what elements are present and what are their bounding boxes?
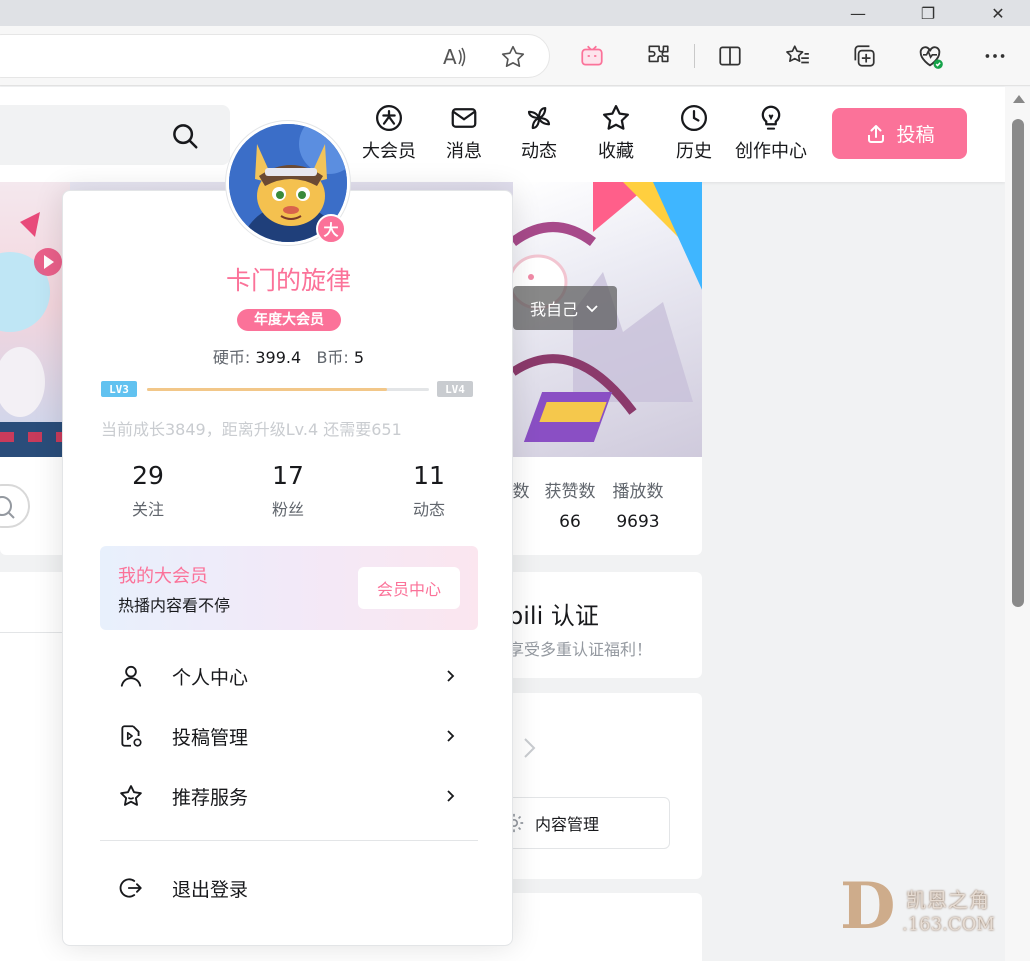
follow-count[interactable]: 29 关注 [98, 461, 198, 520]
chevron-right-icon[interactable] [520, 733, 540, 763]
logout-icon [118, 875, 152, 901]
menu-recommend-service[interactable]: 推荐服务 [100, 771, 478, 821]
page-scrollbar[interactable] [1005, 87, 1030, 961]
nav-label: 大会员 [362, 141, 416, 162]
star-outline-icon [118, 783, 152, 809]
upload-icon [868, 124, 885, 143]
address-bar[interactable]: A [0, 34, 550, 78]
background-search-button[interactable] [0, 484, 30, 528]
menu-upload-management[interactable]: 投稿管理 [100, 711, 478, 761]
read-aloud-icon[interactable]: A [436, 39, 472, 75]
level-current-badge: LV3 [101, 381, 137, 397]
clock-icon [681, 105, 707, 131]
nav-label: 动态 [521, 141, 557, 162]
favorites-list-icon[interactable] [780, 38, 816, 74]
upload-label: 投稿 [896, 124, 935, 146]
content-management-label: 内容管理 [535, 815, 600, 834]
nav-dynamic[interactable]: 动态 [499, 103, 579, 167]
nav-label: 创作中心 [735, 141, 807, 162]
collections-icon[interactable] [846, 38, 882, 74]
nav-vip[interactable]: 大会员 [349, 103, 429, 167]
extensions-puzzle-icon[interactable] [640, 38, 676, 74]
star-icon [603, 105, 629, 130]
split-screen-icon[interactable] [712, 38, 748, 74]
search-icon[interactable] [170, 121, 200, 151]
vip-card-subtitle: 热播内容看不停 [118, 596, 231, 615]
dynamic-count[interactable]: 11 动态 [379, 461, 479, 520]
user-icon [118, 663, 152, 689]
watermark-line1: 凯恩之角 [906, 888, 990, 912]
mail-icon [451, 108, 477, 128]
nav-favorites[interactable]: 收藏 [576, 103, 656, 167]
profile-popover: 卡门的旋律 年度大会员 硬币: 399.4 B币: 5 LV3 LV4 当前成长… [62, 190, 513, 946]
chevron-right-icon [447, 790, 455, 802]
vip-center-button[interactable]: 会员中心 [358, 567, 460, 609]
vip-tag: 年度大会员 [237, 309, 341, 331]
nav-history[interactable]: 历史 [654, 103, 734, 167]
verify-subtitle: 享受多重认证福利！ [508, 640, 653, 659]
my-vip-card[interactable]: 我的大会员 热播内容看不停 会员中心 [100, 546, 478, 630]
chevron-down-icon [586, 305, 598, 313]
scroll-thumb[interactable] [1012, 119, 1024, 607]
pinwheel-icon [527, 106, 551, 130]
vip-avatar-badge: 大 [316, 214, 346, 244]
browser-essentials-icon[interactable] [912, 38, 948, 74]
coin-balance: 硬币: 399.4 B币: 5 [212, 348, 365, 367]
chevron-right-icon [447, 730, 455, 742]
menu-divider [100, 840, 478, 841]
growth-text: 当前成长3849，距离升级Lv.4 还需要651 [101, 420, 402, 439]
browser-toolbar: A [0, 26, 1030, 86]
vip-icon [376, 105, 402, 131]
logout-button[interactable]: 退出登录 [100, 863, 478, 913]
lightbulb-icon [761, 105, 781, 130]
watermark-logo: D [840, 869, 896, 944]
self-view-label: 我自己 [529, 300, 578, 319]
vip-card-title: 我的大会员 [118, 566, 208, 587]
nav-label: 收藏 [598, 141, 634, 162]
nav-label: 历史 [676, 141, 712, 162]
self-view-dropdown[interactable]: 我自己 [513, 286, 617, 330]
bilibili-tv-icon[interactable] [574, 38, 610, 74]
menu-personal-center[interactable]: 个人中心 [100, 651, 478, 701]
nav-creator-center[interactable]: 创作中心 [731, 103, 811, 167]
watermark-line2: .163.COM [902, 914, 995, 935]
fans-count[interactable]: 17 粉丝 [238, 461, 338, 520]
chevron-right-icon [447, 670, 455, 682]
upload-manage-icon [118, 723, 152, 749]
upload-button[interactable]: 投稿 [832, 108, 967, 159]
restore-button[interactable]: ❐ [908, 0, 948, 26]
stat-plays: 播放数 9693 [612, 482, 664, 532]
search-input[interactable] [0, 105, 230, 165]
toolbar-separator [694, 44, 695, 68]
verify-title: bili 认证 [508, 602, 599, 630]
minimize-button[interactable]: — [838, 0, 878, 26]
level-progress-bar [147, 388, 429, 391]
close-button[interactable]: ✕ [978, 0, 1018, 26]
nav-label: 消息 [446, 141, 482, 162]
favorite-star-icon[interactable] [495, 39, 531, 75]
stat-likes: 获赞数 66 [544, 482, 596, 532]
nav-messages[interactable]: 消息 [424, 103, 504, 167]
svg-text:A: A [443, 45, 457, 69]
username[interactable]: 卡门的旋律 [63, 261, 514, 297]
level-next-badge: LV4 [437, 381, 473, 397]
search-icon [0, 496, 15, 519]
content-management-button[interactable]: 内容管理 [500, 797, 670, 849]
window-titlebar: — ❐ ✕ [0, 0, 1030, 26]
site-header: 大会员 消息 动态 收藏 历史 创作中心 投稿 [0, 87, 1005, 182]
stat-videos: 数 [512, 482, 530, 502]
scroll-up-arrow[interactable] [1013, 95, 1025, 103]
more-menu-icon[interactable] [977, 38, 1013, 74]
banner-art-left [0, 182, 70, 457]
site-watermark: D 凯恩之角 .163.COM [840, 872, 1010, 944]
